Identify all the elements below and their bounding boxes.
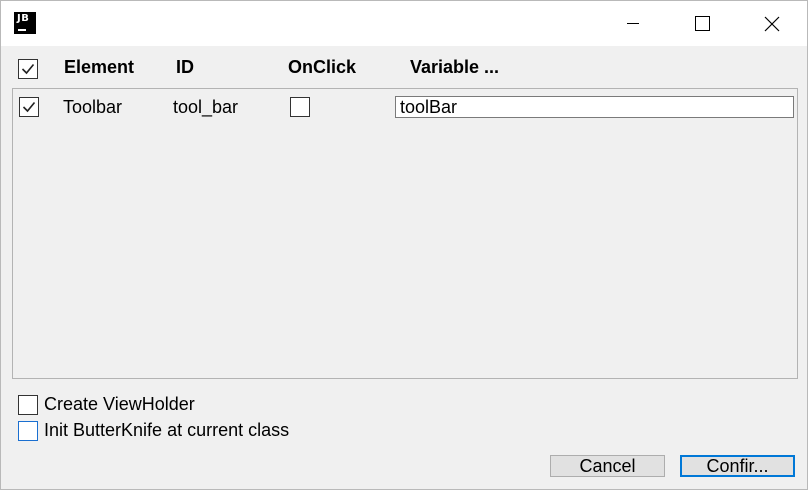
minimize-icon [627, 23, 639, 24]
row-select-checkbox[interactable] [19, 97, 39, 117]
checkmark-icon [22, 101, 36, 113]
minimize-button[interactable] [610, 1, 656, 46]
row-element-id: tool_bar [173, 97, 239, 117]
elements-table: Toolbar tool_bar toolBar [12, 88, 798, 379]
create-viewholder-label: Create ViewHolder [44, 394, 195, 414]
cancel-button[interactable]: Cancel [550, 455, 665, 477]
close-icon [764, 16, 780, 31]
confirm-button[interactable]: Confir... [680, 455, 795, 477]
close-button[interactable] [749, 1, 795, 46]
select-all-checkbox[interactable] [18, 59, 38, 79]
init-butterknife-label: Init ButterKnife at current class [44, 420, 290, 440]
table-header: Element ID OnClick Variable ... [1, 51, 807, 85]
column-header-onclick[interactable]: OnClick [288, 57, 356, 78]
init-butterknife-checkbox[interactable] [18, 421, 38, 441]
dialog-window: JB Element ID OnClick Variable ... Toolb… [0, 0, 808, 490]
create-viewholder-checkbox[interactable] [18, 395, 38, 415]
column-header-variable[interactable]: Variable ... [410, 57, 499, 78]
maximize-icon [694, 16, 710, 31]
column-header-element[interactable]: Element [64, 57, 134, 78]
checkmark-icon [21, 63, 35, 75]
row-onclick-checkbox[interactable] [290, 97, 310, 117]
maximize-button[interactable] [679, 1, 725, 46]
row-element-name: Toolbar [63, 97, 123, 117]
table-row: Toolbar tool_bar toolBar [13, 91, 797, 123]
variable-name-input[interactable]: toolBar [395, 96, 794, 118]
jetbrains-logo-icon: JB [14, 12, 36, 34]
column-header-id[interactable]: ID [176, 57, 194, 78]
logo-text: JB [17, 13, 30, 24]
title-bar[interactable]: JB [1, 1, 807, 46]
